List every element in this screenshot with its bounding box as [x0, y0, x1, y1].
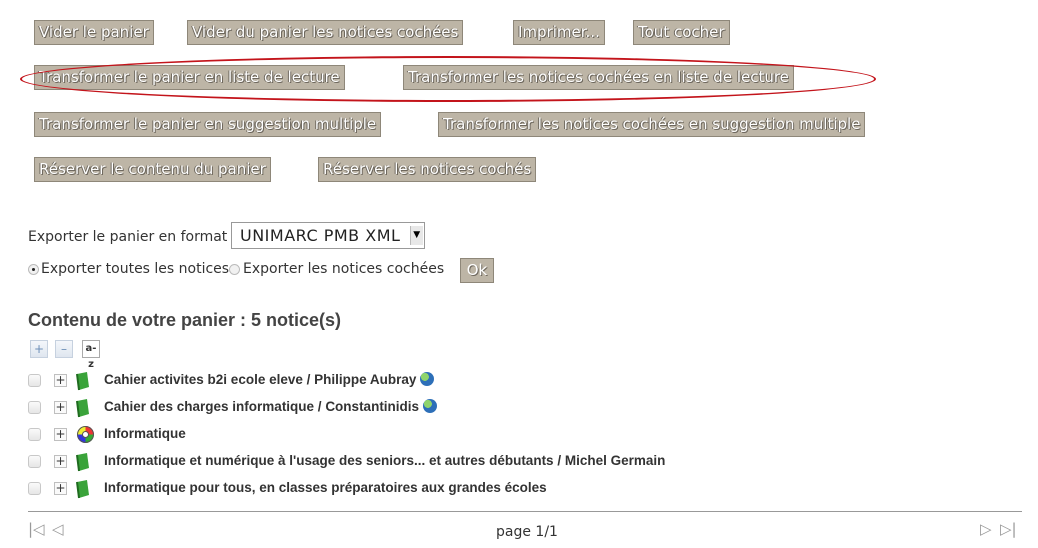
page-indicator: page 1/1: [496, 524, 558, 540]
item-checkbox[interactable]: [28, 482, 41, 495]
export-all-label: Exporter toutes les notices: [41, 261, 230, 277]
item-checkbox[interactable]: [28, 401, 41, 414]
last-page-icon[interactable]: ▷|: [1000, 520, 1017, 538]
list-item: + Informatique et numérique à l'usage de…: [28, 452, 928, 472]
item-checkbox[interactable]: [28, 428, 41, 441]
check-all-button[interactable]: Tout cocher: [633, 20, 730, 45]
item-title[interactable]: Informatique: [104, 426, 186, 441]
export-format-value: UNIMARC PMB XML: [240, 226, 401, 245]
item-title-link[interactable]: Informatique pour tous, en classes prépa…: [104, 480, 547, 495]
expand-icon[interactable]: +: [54, 401, 67, 414]
export-ok-button[interactable]: Ok: [460, 258, 494, 283]
expand-icon[interactable]: +: [54, 428, 67, 441]
globe-icon[interactable]: [420, 372, 435, 386]
chevron-down-icon: ▼: [410, 226, 423, 245]
item-title[interactable]: Informatique pour tous, en classes prépa…: [104, 480, 547, 495]
book-icon: [76, 453, 89, 472]
list-item: + Cahier des charges informatique / Cons…: [28, 398, 928, 418]
remove-checked-button[interactable]: Vider du panier les notices cochées: [187, 20, 464, 45]
item-checkbox[interactable]: [28, 374, 41, 387]
item-title[interactable]: Informatique et numérique à l'usage des …: [104, 453, 665, 468]
export-all-radio[interactable]: [28, 264, 39, 275]
item-title[interactable]: Cahier des charges informatique / Consta…: [104, 399, 419, 414]
export-checked-radio[interactable]: [229, 264, 240, 275]
next-page-icon[interactable]: ▷: [980, 520, 992, 538]
list-item: + Informatique: [28, 425, 928, 445]
divider: [28, 511, 1022, 512]
basket-to-reading-list-button[interactable]: Transformer le panier en liste de lectur…: [34, 65, 345, 90]
basket-heading: Contenu de votre panier : 5 notice(s): [28, 310, 342, 330]
expand-icon[interactable]: +: [54, 374, 67, 387]
expand-icon[interactable]: +: [54, 455, 67, 468]
export-format-label: Exporter le panier en format :: [28, 229, 237, 245]
item-checkbox[interactable]: [28, 455, 41, 468]
print-button[interactable]: Imprimer...: [513, 20, 605, 45]
basket-to-suggestion-button[interactable]: Transformer le panier en suggestion mult…: [34, 112, 382, 137]
globe-icon[interactable]: [423, 399, 438, 413]
cd-icon: [77, 426, 94, 443]
item-title[interactable]: Cahier activites b2i ecole eleve / Phili…: [104, 372, 416, 387]
first-page-icon[interactable]: |◁: [28, 520, 45, 538]
reserve-basket-button[interactable]: Réserver le contenu du panier: [34, 157, 271, 182]
export-checked-label: Exporter les notices cochées: [243, 261, 445, 277]
book-icon: [76, 372, 89, 391]
export-format-select[interactable]: UNIMARC PMB XML ▼: [231, 222, 425, 249]
item-title-link[interactable]: Cahier des charges informatique / Consta…: [104, 399, 438, 414]
item-title-link[interactable]: Informatique et numérique à l'usage des …: [104, 453, 665, 468]
list-item: + Informatique pour tous, en classes pré…: [28, 479, 928, 499]
expand-icon[interactable]: +: [54, 482, 67, 495]
empty-basket-button[interactable]: Vider le panier: [34, 20, 154, 45]
expand-all-icon[interactable]: +: [30, 340, 48, 358]
sort-az-icon[interactable]: a-z: [82, 340, 100, 370]
prev-page-icon[interactable]: ◁: [52, 520, 64, 538]
reserve-checked-button[interactable]: Réserver les notices cochés: [318, 157, 537, 182]
item-title-link[interactable]: Informatique: [104, 426, 186, 441]
checked-to-suggestion-button[interactable]: Transformer les notices cochées en sugge…: [438, 112, 866, 137]
item-title-link[interactable]: Cahier activites b2i ecole eleve / Phili…: [104, 372, 435, 387]
book-icon: [76, 399, 89, 418]
checked-to-reading-list-button[interactable]: Transformer les notices cochées en liste…: [403, 65, 794, 90]
collapse-all-icon[interactable]: –: [55, 340, 73, 358]
list-item: + Cahier activites b2i ecole eleve / Phi…: [28, 371, 928, 391]
book-icon: [76, 480, 89, 499]
